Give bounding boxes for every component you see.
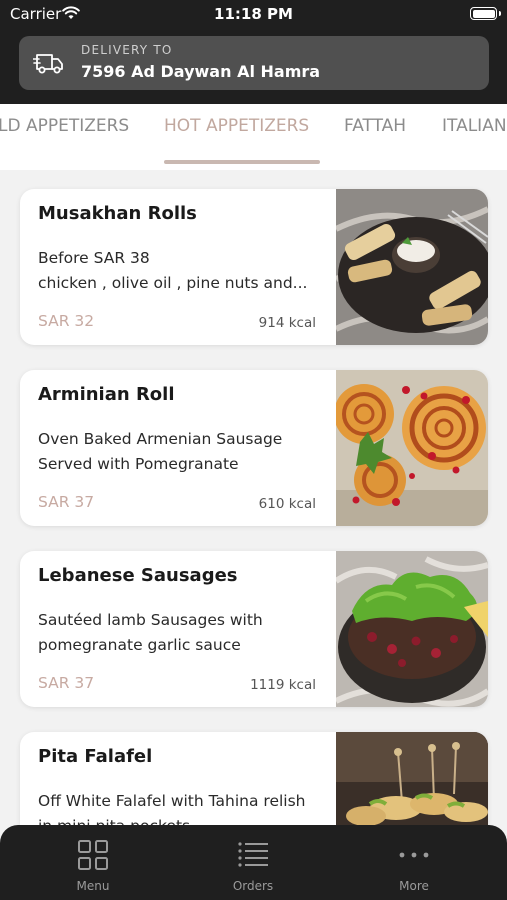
item-title: Lebanese Sausages (38, 565, 238, 586)
tab-fattah[interactable]: FATTAH (344, 116, 406, 136)
nav-more-button[interactable]: More (374, 839, 454, 893)
item-description: Off White Falafel with Tahina relish in … (38, 789, 328, 825)
item-desc-line: chicken , olive oil , pine nuts and... (38, 274, 308, 292)
menu-grid-icon (78, 840, 108, 870)
item-description: Sautéed lamb Sausages with pomegranate g… (38, 608, 328, 658)
more-dots-icon (399, 852, 429, 858)
tab-italian[interactable]: ITALIAN (442, 116, 507, 136)
menu-item-card[interactable]: Pita Falafel Off White Falafel with Tahi… (20, 732, 488, 825)
nav-menu-label: Menu (76, 879, 110, 893)
orders-list-icon (238, 842, 268, 867)
bottom-tab-bar: Menu Orders More (0, 825, 507, 900)
item-photo (336, 732, 488, 825)
item-desc-line: Served with Pomegranate (38, 455, 239, 473)
item-photo (336, 551, 488, 707)
delivery-label: DELIVERY TO (81, 43, 173, 57)
tab-hot-appetizers[interactable]: HOT APPETIZERS (164, 116, 309, 136)
clock: 11:18 PM (214, 5, 293, 23)
item-title: Pita Falafel (38, 746, 153, 767)
app-header: Carrier 11:18 PM DELIVERY TO 7596 Ad Day… (0, 0, 507, 104)
truck-icon (33, 54, 63, 74)
menu-item-card[interactable]: Lebanese Sausages Sautéed lamb Sausages … (20, 551, 488, 707)
menu-item-card[interactable]: Musakhan Rolls Before SAR 38 chicken , o… (20, 189, 488, 345)
item-calories: 1119 kcal (250, 677, 316, 693)
item-price: SAR 32 (38, 312, 95, 330)
delivery-address-button[interactable]: DELIVERY TO 7596 Ad Daywan Al Hamra (19, 36, 489, 90)
delivery-address: 7596 Ad Daywan Al Hamra (81, 62, 321, 81)
active-tab-indicator (164, 160, 320, 164)
battery-icon (470, 7, 497, 20)
category-tabs: LD APPETIZERS HOT APPETIZERS FATTAH ITAL… (0, 104, 507, 170)
menu-item-card[interactable]: Arminian Roll Oven Baked Armenian Sausag… (20, 370, 488, 526)
nav-more-label: More (399, 879, 429, 893)
menu-item-list[interactable]: Musakhan Rolls Before SAR 38 chicken , o… (0, 170, 507, 825)
item-title: Arminian Roll (38, 384, 175, 405)
item-desc-line: Off White Falafel with Tahina relish (38, 792, 306, 810)
item-desc-line: in mini pita pockets (38, 814, 328, 825)
nav-menu-button[interactable]: Menu (53, 839, 133, 893)
status-bar: Carrier 11:18 PM (0, 0, 507, 30)
item-price: SAR 37 (38, 493, 95, 511)
tab-cold-appetizers[interactable]: LD APPETIZERS (0, 116, 129, 136)
item-desc-line: pomegranate garlic sauce (38, 636, 241, 654)
item-price: SAR 37 (38, 674, 95, 692)
item-desc-line: Sautéed lamb Sausages with (38, 611, 263, 629)
item-photo (336, 189, 488, 345)
item-description: Oven Baked Armenian Sausage Served with … (38, 427, 328, 477)
item-calories: 914 kcal (258, 315, 316, 331)
item-title: Musakhan Rolls (38, 203, 197, 224)
item-photo (336, 370, 488, 526)
item-calories: 610 kcal (258, 496, 316, 512)
item-desc-line: Oven Baked Armenian Sausage (38, 430, 283, 448)
nav-orders-button[interactable]: Orders (213, 839, 293, 893)
item-description: Before SAR 38 chicken , olive oil , pine… (38, 246, 328, 296)
item-desc-line: Before SAR 38 (38, 249, 150, 267)
nav-orders-label: Orders (232, 879, 274, 893)
